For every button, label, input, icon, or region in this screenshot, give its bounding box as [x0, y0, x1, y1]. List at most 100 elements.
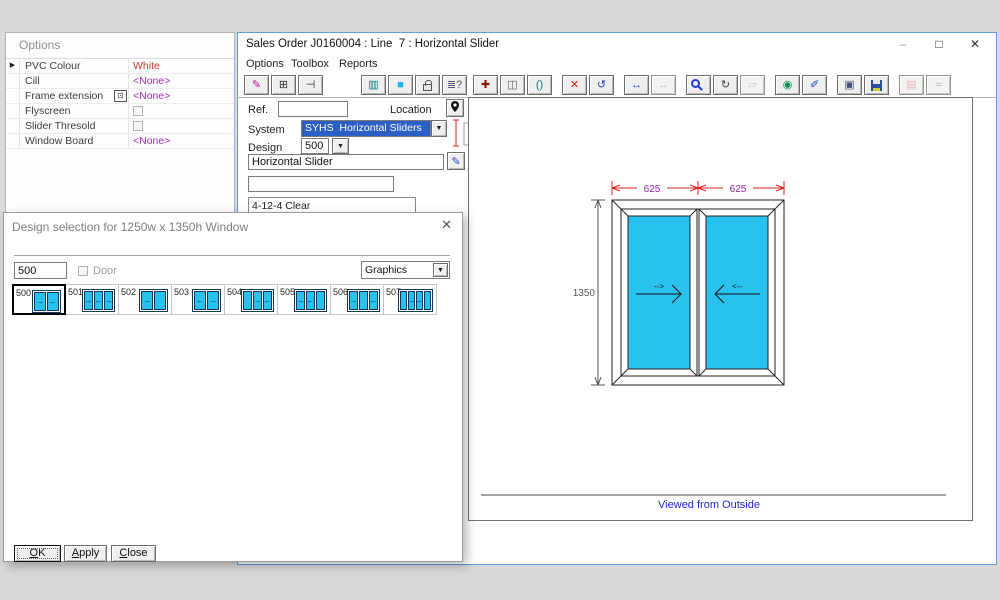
- property-row-frame-extension[interactable]: Frame extension⊡<None>: [6, 89, 234, 104]
- design-thumb-501[interactable]: 501→←→: [65, 284, 119, 315]
- undo-button[interactable]: ↺: [589, 75, 614, 95]
- description-input[interactable]: [248, 154, 444, 170]
- curve-icon: ≈: [935, 80, 941, 91]
- mini-window-graphic: ←→: [192, 289, 221, 312]
- property-row-window-board[interactable]: Window Board<None>: [6, 134, 234, 149]
- query-button[interactable]: ≣?: [442, 75, 467, 95]
- property-value[interactable]: <None>: [128, 74, 234, 88]
- slider-thresold-checkbox[interactable]: [133, 121, 143, 131]
- left-glass: [628, 216, 690, 369]
- design-thumb-506[interactable]: 506→←: [330, 284, 384, 315]
- panes-icon: ◫: [507, 80, 517, 91]
- system-combo[interactable]: SYHS Horizontal Sliders: [301, 120, 431, 137]
- view-mode-combo[interactable]: Graphics ▼: [361, 261, 450, 279]
- property-value[interactable]: White: [128, 59, 234, 73]
- design-combo-arrow[interactable]: ▼: [332, 138, 349, 154]
- lock-button[interactable]: [415, 75, 440, 95]
- property-row-pvc-colour[interactable]: ▶PVC ColourWhite: [6, 59, 234, 74]
- minimize-button[interactable]: –: [888, 35, 918, 54]
- color-picker-button[interactable]: ◉: [775, 75, 800, 95]
- cill-profile-icon: ⊣: [306, 80, 316, 91]
- panes-button[interactable]: ◫: [500, 75, 525, 95]
- curve-button[interactable]: ≈: [926, 75, 951, 95]
- view-mode-value: Graphics: [365, 264, 407, 276]
- location-button[interactable]: [446, 99, 464, 117]
- grid-window-button[interactable]: ⊞: [271, 75, 296, 95]
- dimension-alt-icon: ↔: [658, 80, 669, 91]
- design-thumb-502[interactable]: 502→: [118, 284, 172, 315]
- property-row-slider-thresold[interactable]: Slider Thresold: [6, 119, 234, 134]
- dimension-button[interactable]: ↔: [624, 75, 649, 95]
- property-value[interactable]: <None>: [128, 89, 234, 103]
- dimension-icon: ↔: [631, 80, 642, 91]
- dimension-alt-button[interactable]: ↔: [651, 75, 676, 95]
- edit-description-button[interactable]: ✎: [447, 152, 465, 170]
- cill-profile-button[interactable]: ⊣: [298, 75, 323, 95]
- close-button[interactable]: Close: [111, 545, 156, 562]
- property-mid-cell: [113, 119, 128, 133]
- glass-button[interactable]: ■: [388, 75, 413, 95]
- property-value[interactable]: <None>: [128, 134, 234, 148]
- apply-button[interactable]: Apply: [64, 545, 107, 562]
- frame-extension-picker-icon[interactable]: ⊡: [114, 90, 127, 102]
- cascade-button[interactable]: ▣: [837, 75, 862, 95]
- door-checkbox[interactable]: [78, 266, 88, 276]
- desktop: Options ▶PVC ColourWhiteCill<None>Frame …: [0, 0, 1000, 600]
- delete-button[interactable]: ✕: [562, 75, 587, 95]
- close-button[interactable]: ✕: [960, 35, 990, 54]
- maximize-button[interactable]: □: [924, 35, 954, 54]
- system-combo-arrow[interactable]: ▼: [431, 120, 447, 137]
- property-row-flyscreen[interactable]: Flyscreen: [6, 104, 234, 119]
- design-thumb-504[interactable]: 504→←: [224, 284, 278, 315]
- dim-side: 1350: [573, 288, 596, 299]
- design-thumb-505[interactable]: 505→←: [277, 284, 331, 315]
- mini-window-graphic: →←: [32, 290, 61, 313]
- design-input[interactable]: [301, 138, 329, 154]
- edit-properties-button[interactable]: ✎: [244, 75, 269, 95]
- property-row-cill[interactable]: Cill<None>: [6, 74, 234, 89]
- design-thumb-500[interactable]: 500→←: [12, 284, 66, 315]
- dialog-close-icon[interactable]: ✕: [441, 217, 452, 233]
- location-pin-icon: [450, 100, 460, 113]
- property-value[interactable]: [128, 104, 234, 118]
- glazing-item[interactable]: 4-12-4 Clear: [252, 200, 310, 212]
- window-title: Sales Order J0160004 : Line 7 : Horizont…: [246, 38, 499, 50]
- dialog-title: Design selection for 1250w x 1350h Windo…: [12, 220, 248, 234]
- design-code: 500: [16, 288, 31, 298]
- design-code: 506: [333, 287, 348, 297]
- rotate-button[interactable]: ↻: [713, 75, 738, 95]
- delete-icon: ✕: [570, 80, 579, 91]
- design-thumb-503[interactable]: 503←→: [171, 284, 225, 315]
- edit-properties-icon: ✎: [252, 80, 261, 91]
- draw-button[interactable]: ✐: [802, 75, 827, 95]
- design-code-input[interactable]: [14, 262, 67, 279]
- menu-options[interactable]: Options: [246, 58, 284, 70]
- couplers-button[interactable]: (): [527, 75, 552, 95]
- ref-input[interactable]: [278, 101, 348, 117]
- titlebar[interactable]: Sales Order J0160004 : Line 7 : Horizont…: [238, 33, 996, 56]
- menu-reports[interactable]: Reports: [339, 58, 378, 70]
- view-mode-combo-arrow[interactable]: ▼: [433, 263, 448, 277]
- property-label: PVC Colour: [20, 59, 113, 73]
- extra-input[interactable]: [248, 176, 394, 192]
- pan-button[interactable]: ▱: [740, 75, 765, 95]
- options-panel-title: Options: [19, 38, 60, 52]
- ref-label: Ref.: [248, 104, 268, 116]
- design-code: 503: [174, 287, 189, 297]
- design-selection-dialog: Design selection for 1250w x 1350h Windo…: [3, 212, 463, 562]
- query-icon: ≣?: [447, 80, 462, 91]
- ok-button[interactable]: OK: [14, 545, 61, 562]
- zoom-button[interactable]: [686, 75, 711, 95]
- save-button[interactable]: [864, 75, 889, 95]
- add-vent-button[interactable]: ✚: [473, 75, 498, 95]
- frame-profile-button[interactable]: ▥: [361, 75, 386, 95]
- report-button[interactable]: ▤: [899, 75, 924, 95]
- flyscreen-checkbox[interactable]: [133, 106, 143, 116]
- mini-window-graphic: →←: [347, 289, 380, 312]
- row-marker: [6, 89, 20, 103]
- menu-toolbox[interactable]: Toolbox: [291, 58, 329, 70]
- property-mid-cell: [113, 59, 128, 73]
- property-value[interactable]: [128, 119, 234, 133]
- design-thumb-507[interactable]: 507→←: [383, 284, 437, 315]
- grid-window-icon: ⊞: [279, 80, 288, 91]
